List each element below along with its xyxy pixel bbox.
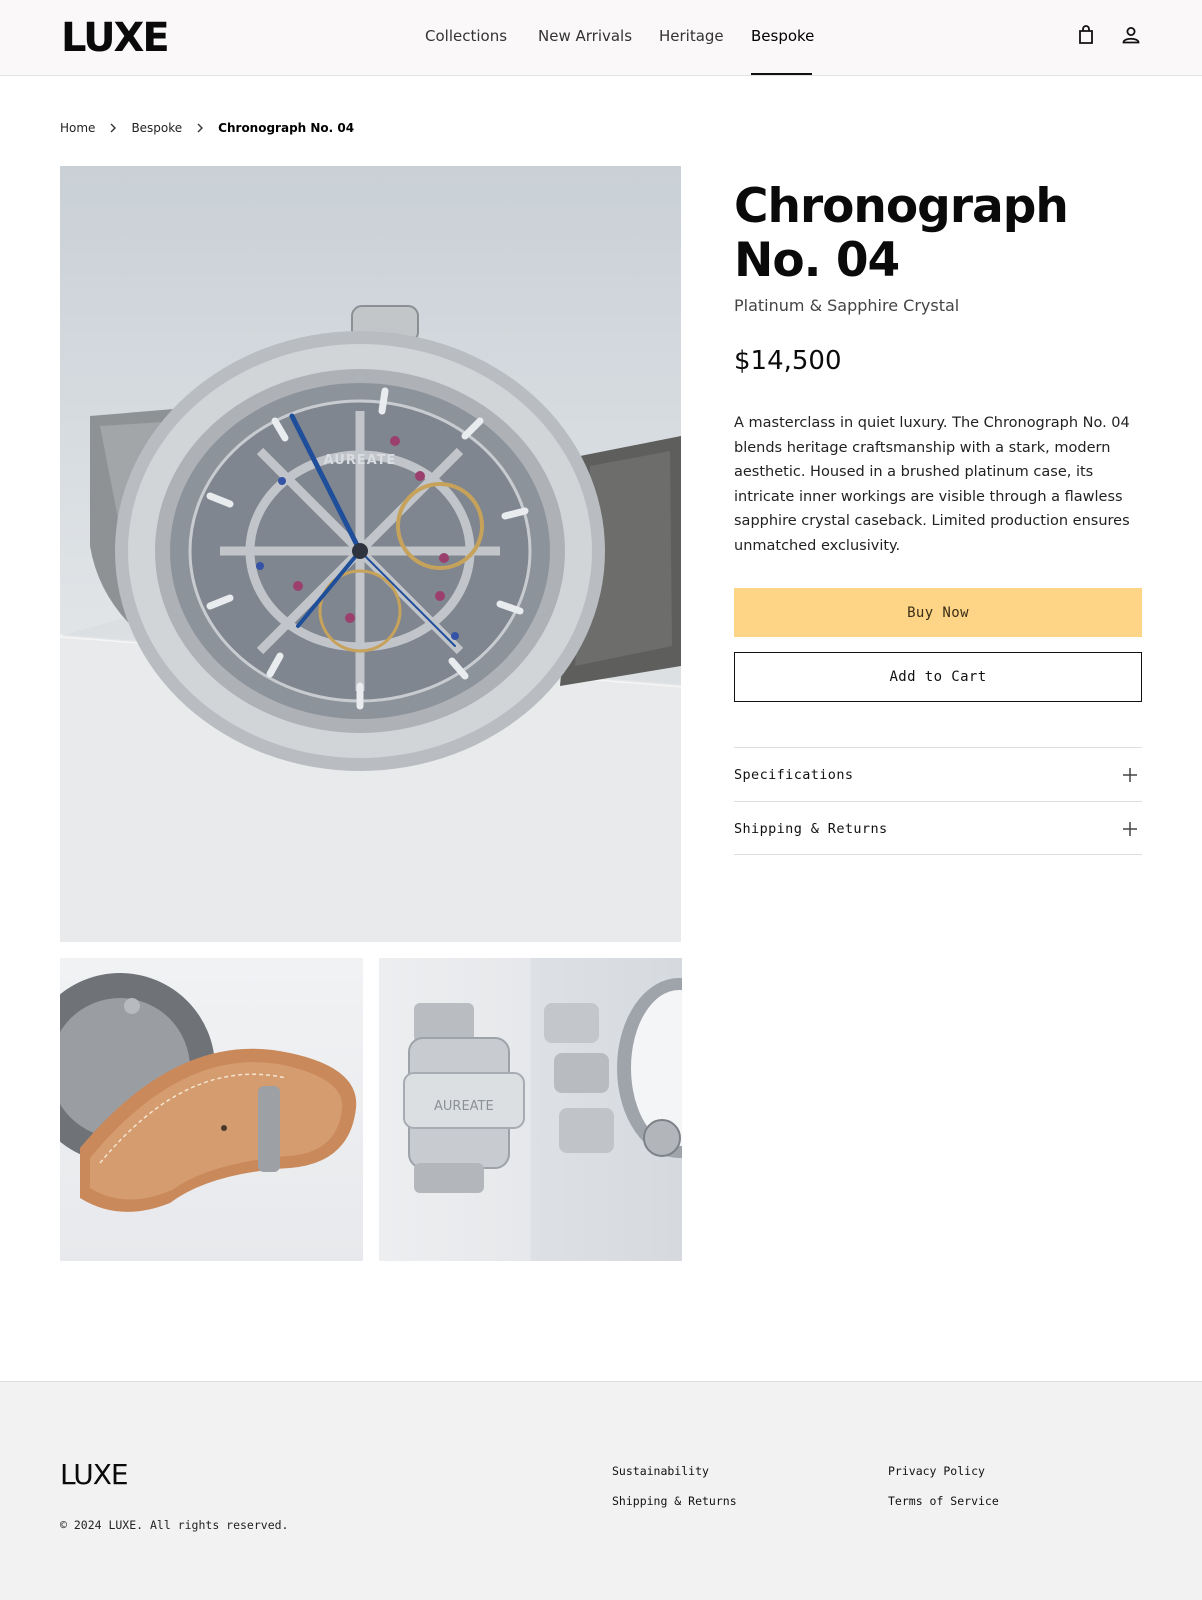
- product-thumbnail-clasp[interactable]: AUREATE: [379, 958, 682, 1261]
- chevron-right-icon: [197, 123, 204, 133]
- footer-logo[interactable]: LUXE: [60, 1459, 129, 1491]
- nav-new-arrivals[interactable]: New Arrivals: [538, 27, 632, 45]
- accordion-label: Shipping & Returns: [734, 821, 888, 837]
- breadcrumb: Home Bespoke Chronograph No. 04: [60, 120, 354, 136]
- main-nav: Collections New Arrivals Heritage Bespok…: [0, 0, 1202, 76]
- steel-bracelet-photo: AUREATE: [403, 978, 682, 1193]
- footer-link-privacy-policy[interactable]: Privacy Policy: [888, 1464, 985, 1478]
- accordion-specifications[interactable]: Specifications: [734, 747, 1142, 801]
- product-thumbnail-strap[interactable]: [60, 958, 363, 1261]
- leather-strap-photo: [60, 973, 357, 1212]
- product-main-image[interactable]: AUREATE: [60, 166, 681, 942]
- product-subtitle: Platinum & Sapphire Crystal: [734, 296, 960, 315]
- product-price: $14,500: [734, 346, 842, 376]
- user-icon[interactable]: [1120, 24, 1142, 46]
- plus-icon: [1123, 822, 1137, 836]
- active-nav-indicator: [751, 73, 812, 75]
- add-to-cart-button[interactable]: Add to Cart: [734, 652, 1142, 702]
- breadcrumb-current: Chronograph No. 04: [218, 121, 355, 135]
- copyright-text: © 2024 LUXE. All rights reserved.: [60, 1518, 289, 1532]
- buy-now-button[interactable]: Buy Now: [734, 588, 1142, 637]
- skeleton-watch-photo: AUREATE: [60, 305, 681, 942]
- breadcrumb-home[interactable]: Home: [60, 121, 95, 135]
- breadcrumb-bespoke[interactable]: Bespoke: [131, 121, 182, 135]
- nav-collections[interactable]: Collections: [425, 27, 507, 45]
- clasp-brand-text: AUREATE: [434, 1099, 494, 1114]
- footer-link-shipping-returns[interactable]: Shipping & Returns: [612, 1494, 737, 1508]
- chevron-right-icon: [110, 123, 117, 133]
- footer-link-terms-of-service[interactable]: Terms of Service: [888, 1494, 999, 1508]
- watch-brand-text: AUREATE: [324, 453, 397, 468]
- site-footer: LUXE © 2024 LUXE. All rights reserved. S…: [0, 1381, 1202, 1600]
- footer-link-sustainability[interactable]: Sustainability: [612, 1464, 709, 1478]
- nav-bespoke[interactable]: Bespoke: [751, 27, 814, 45]
- accordion-shipping-returns[interactable]: Shipping & Returns: [734, 801, 1142, 855]
- plus-icon: [1123, 768, 1137, 782]
- accordion-label: Specifications: [734, 767, 854, 783]
- product-accordion: Specifications Shipping & Returns: [734, 747, 1142, 855]
- product-title: Chronograph No. 04: [734, 179, 1069, 288]
- product-description: A masterclass in quiet luxury. The Chron…: [734, 415, 1130, 554]
- nav-heritage[interactable]: Heritage: [659, 27, 724, 45]
- site-header: LUXE Collections New Arrivals Heritage B…: [0, 0, 1202, 76]
- shopping-bag-icon[interactable]: [1075, 24, 1097, 46]
